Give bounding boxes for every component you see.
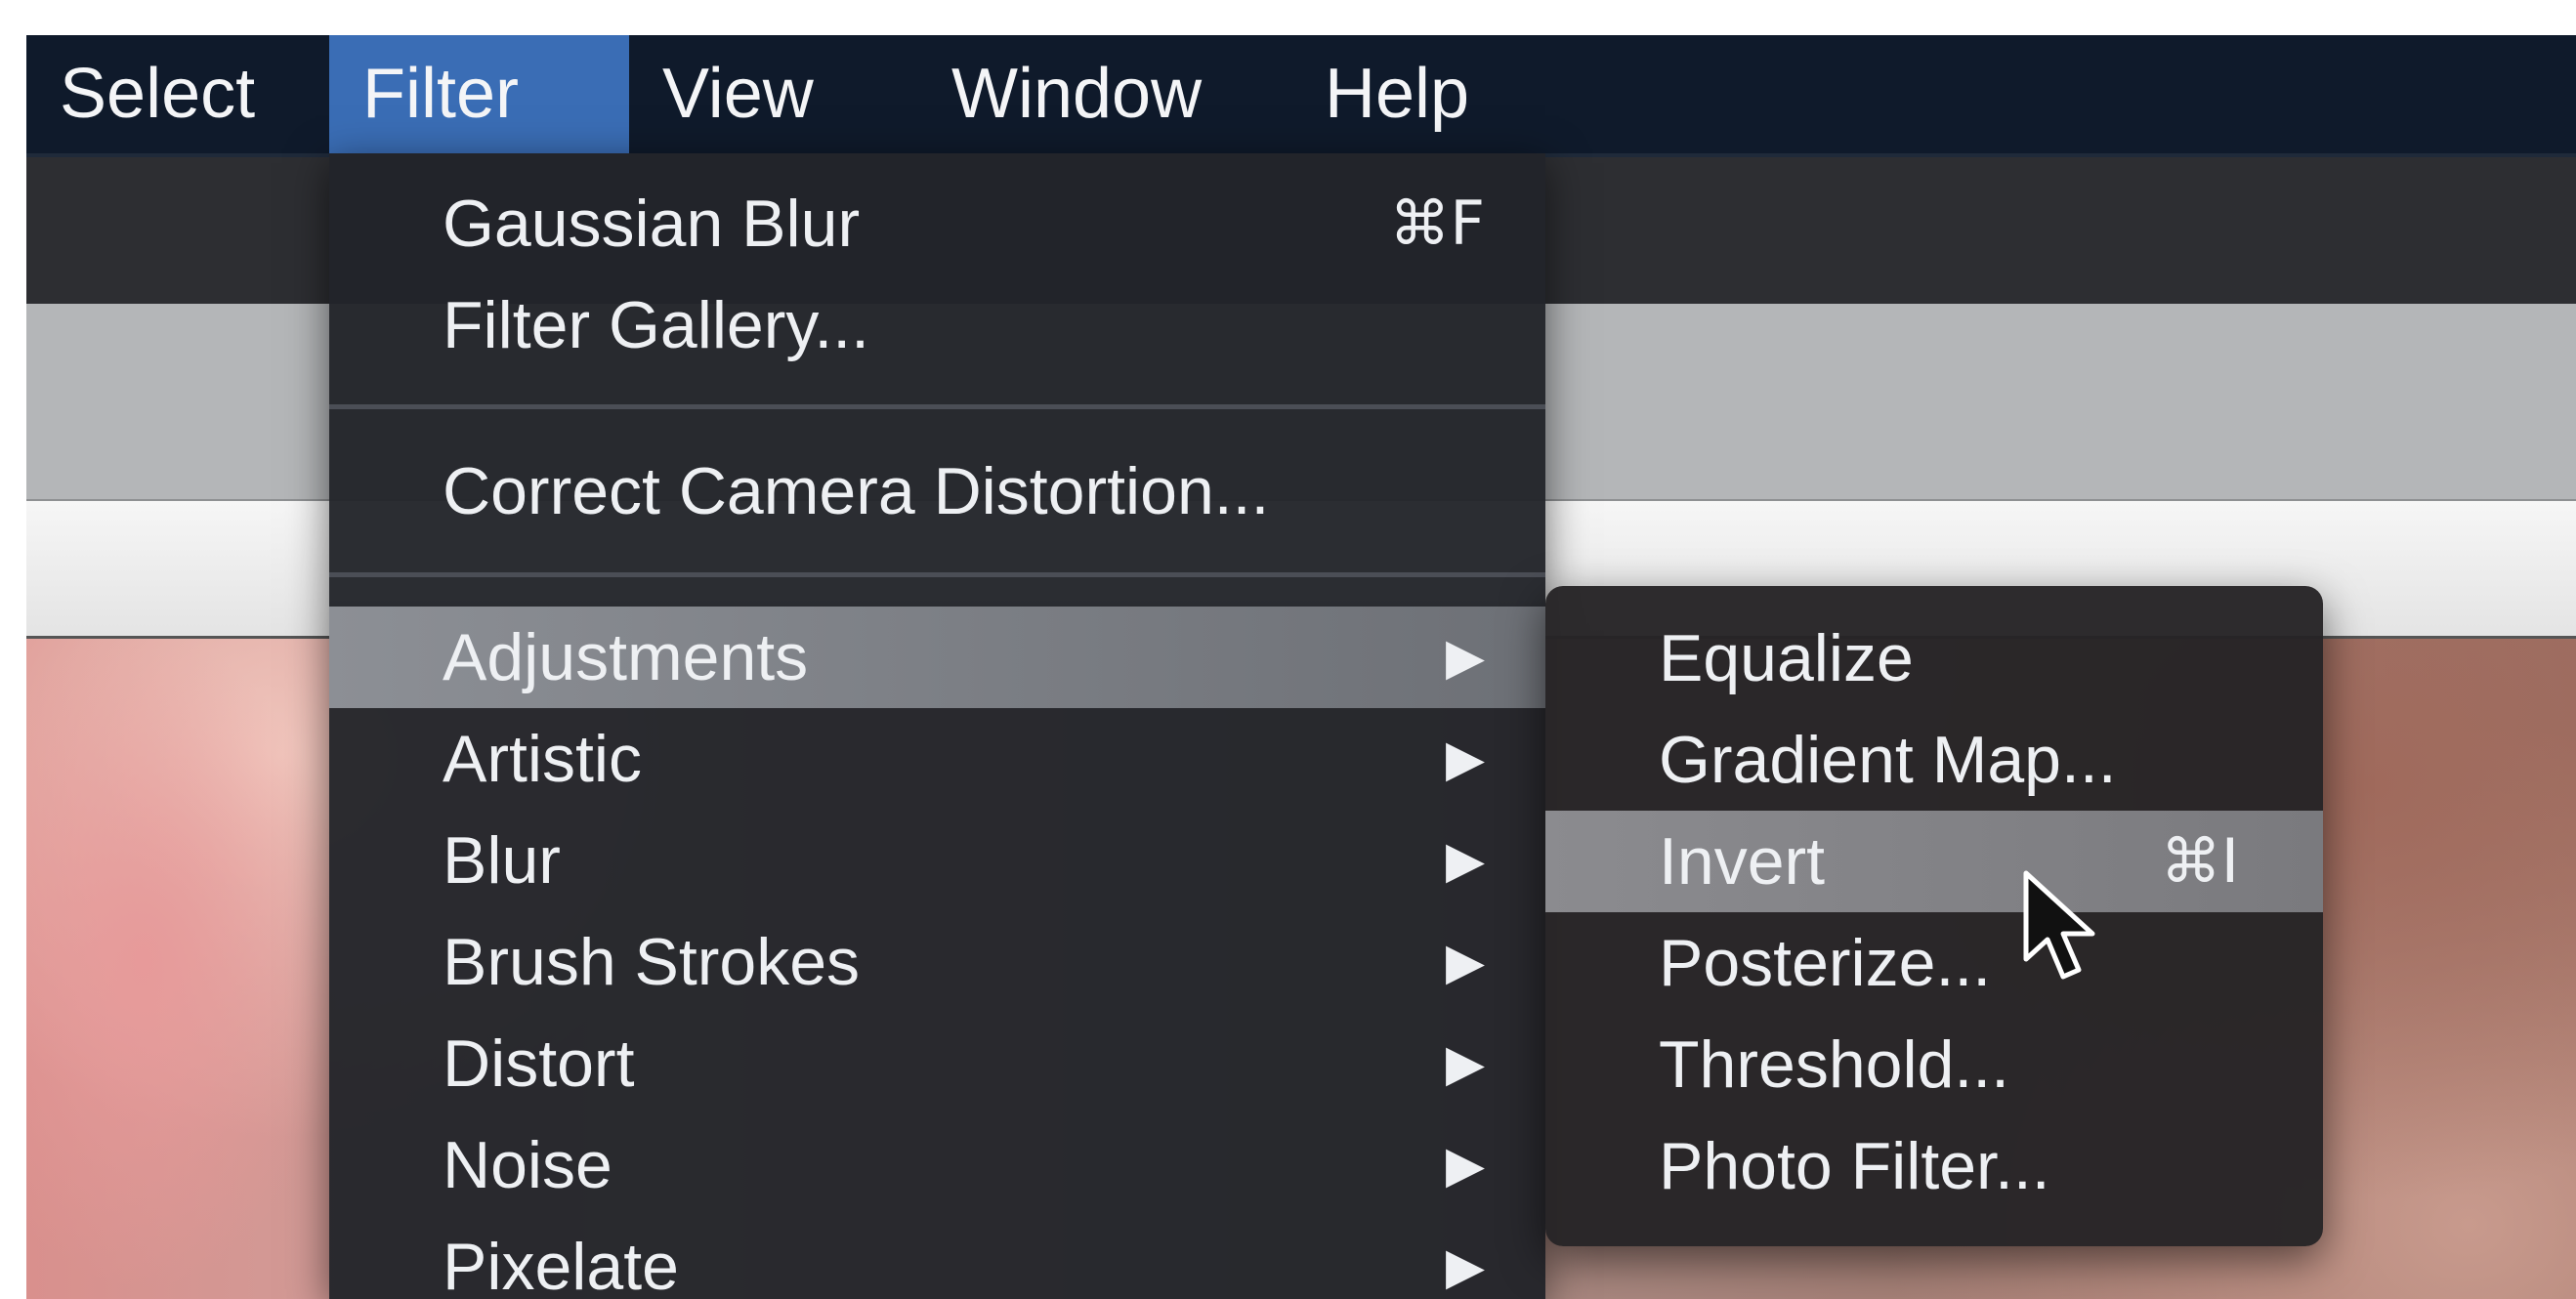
menu-item-correct-camera-distortion[interactable]: Correct Camera Distortion... [329,440,1545,542]
menu-item-artistic[interactable]: Artistic ▶ [329,708,1545,810]
triangle-right-icon: ▶ [1446,831,1485,890]
menu-bar: Select Filter View Window Help [26,35,2576,157]
menu-item-label: Pixelate [443,1230,679,1299]
submenu-item-threshold[interactable]: Threshold... [1545,1014,2323,1115]
menu-help[interactable]: Help [1291,35,1502,153]
menu-item-label: Gaussian Blur [443,187,861,261]
menu-separator [329,572,1545,577]
menu-window[interactable]: Window [918,35,1235,153]
menu-item-blur[interactable]: Blur ▶ [329,810,1545,911]
menu-item-pixelate[interactable]: Pixelate ▶ [329,1216,1545,1299]
submenu-item-photo-filter[interactable]: Photo Filter... [1545,1115,2323,1217]
menu-item-label: Adjustments [443,620,809,694]
menu-item-label: Blur [443,823,561,898]
menu-separator [329,404,1545,409]
triangle-right-icon: ▶ [1446,1237,1485,1296]
menu-view[interactable]: View [629,35,847,153]
shortcut-label: ⌘F [1389,188,1485,259]
triangle-right-icon: ▶ [1446,1136,1485,1194]
triangle-right-icon: ▶ [1446,1034,1485,1093]
menu-item-label: Noise [443,1128,612,1202]
menu-item-label: Filter Gallery... [443,288,870,362]
menu-item-label: Distort [443,1027,635,1101]
filter-dropdown-menu: Gaussian Blur ⌘F Filter Gallery... Corre… [329,153,1545,1299]
triangle-right-icon: ▶ [1446,628,1485,687]
menu-item-label: Gradient Map... [1659,723,2117,797]
submenu-item-posterize[interactable]: Posterize... [1545,912,2323,1014]
triangle-right-icon: ▶ [1446,933,1485,991]
menu-filter[interactable]: Filter [329,35,629,153]
menu-item-adjustments[interactable]: Adjustments ▶ [329,607,1545,708]
menu-item-label: Threshold... [1659,1027,2010,1102]
shortcut-label: ⌘I [2160,825,2239,897]
menu-item-label: Photo Filter... [1659,1129,2050,1203]
submenu-item-gradient-map[interactable]: Gradient Map... [1545,709,2323,811]
menu-item-label: Posterize... [1659,926,1992,1000]
menu-item-gaussian-blur[interactable]: Gaussian Blur ⌘F [329,173,1545,274]
menu-item-label: Brush Strokes [443,925,861,999]
menu-item-brush-strokes[interactable]: Brush Strokes ▶ [329,911,1545,1013]
screenshot-stage: Select Filter View Window Help Gaussian … [0,0,2576,1299]
menu-item-label: Equalize [1659,621,1914,695]
adjustments-submenu: Equalize Gradient Map... Invert ⌘I Poste… [1545,586,2323,1246]
submenu-item-equalize[interactable]: Equalize [1545,608,2323,709]
mouse-pointer-icon [2023,870,2095,980]
menu-item-label: Correct Camera Distortion... [443,454,1270,528]
triangle-right-icon: ▶ [1446,730,1485,788]
menu-select[interactable]: Select [26,35,288,153]
submenu-item-invert[interactable]: Invert ⌘I [1545,811,2323,912]
menu-item-noise[interactable]: Noise ▶ [329,1114,1545,1216]
menu-item-filter-gallery[interactable]: Filter Gallery... [329,274,1545,376]
menu-item-distort[interactable]: Distort ▶ [329,1013,1545,1114]
menu-item-label: Artistic [443,722,642,796]
menu-item-label: Invert [1659,824,1826,899]
